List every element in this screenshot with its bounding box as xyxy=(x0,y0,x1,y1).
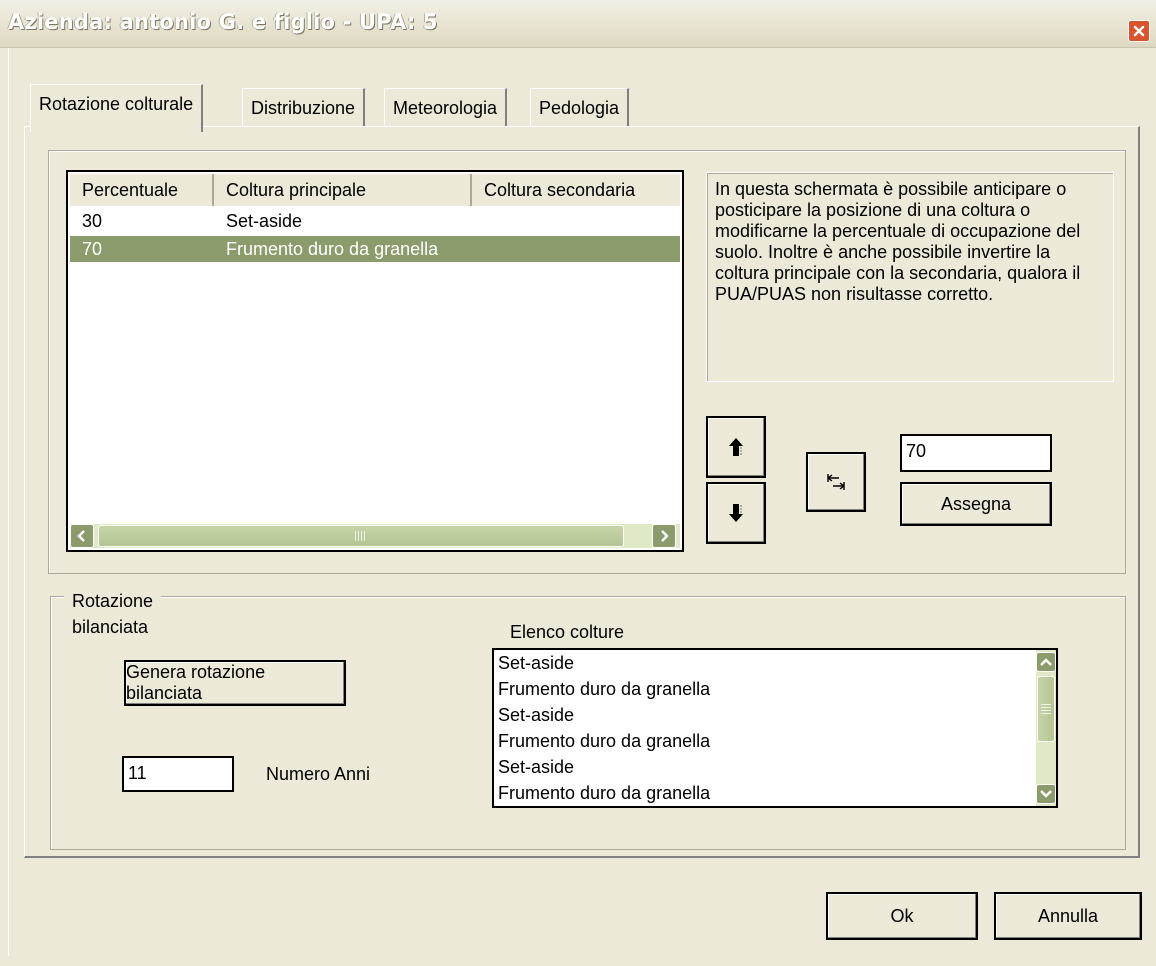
percent-input[interactable]: 70 xyxy=(900,434,1052,472)
tab-distribuzione[interactable]: Distribuzione xyxy=(242,88,366,128)
cell-coltura-principale: Set-aside xyxy=(226,211,303,231)
listview-header: Percentuale Coltura principale Coltura s… xyxy=(70,174,680,206)
grip-icon xyxy=(1041,704,1051,714)
list-item[interactable]: Set-aside xyxy=(498,650,574,676)
scroll-up-button[interactable] xyxy=(1036,652,1056,672)
table-row-selected[interactable]: 70 Frumento duro da granella xyxy=(70,236,680,262)
balanced-rotation-legend: Rotazione bilanciata xyxy=(64,588,162,640)
column-percentuale[interactable]: Percentuale xyxy=(70,174,214,206)
close-icon xyxy=(1133,25,1145,37)
swap-crops-button[interactable] xyxy=(806,452,866,512)
list-item[interactable]: Set-aside xyxy=(498,702,574,728)
tab-pedologia[interactable]: Pedologia xyxy=(530,88,630,128)
scroll-thumb[interactable] xyxy=(1037,676,1055,742)
arrow-down-icon xyxy=(729,504,743,522)
grip-icon xyxy=(355,531,367,541)
move-down-button[interactable] xyxy=(706,482,766,544)
years-label: Numero Anni xyxy=(266,764,371,784)
scroll-right-button[interactable] xyxy=(652,524,676,548)
chevron-right-icon xyxy=(661,530,669,542)
list-item[interactable]: Set-aside xyxy=(498,754,574,780)
list-item[interactable]: Frumento duro da granella xyxy=(498,780,710,806)
crop-list-label: Elenco colture xyxy=(510,622,625,642)
rotation-listview[interactable]: Percentuale Coltura principale Coltura s… xyxy=(66,170,684,552)
generate-rotation-button[interactable]: Genera rotazione bilanciata xyxy=(124,660,346,706)
chevron-left-icon xyxy=(77,530,85,542)
vertical-scrollbar[interactable] xyxy=(1036,650,1056,806)
close-button[interactable] xyxy=(1128,20,1150,42)
cell-coltura-principale: Frumento duro da granella xyxy=(226,239,439,259)
title-bar[interactable]: Azienda: antonio G. e figlio - UPA: 5 xyxy=(0,0,1156,48)
chevron-down-icon xyxy=(1040,790,1052,798)
window-title: Azienda: antonio G. e figlio - UPA: 5 xyxy=(8,10,438,34)
years-input[interactable]: 11 xyxy=(122,756,234,792)
cancel-button[interactable]: Annulla xyxy=(994,892,1142,940)
crop-listbox[interactable]: Set-aside Frumento duro da granella Set-… xyxy=(492,648,1058,808)
scroll-left-button[interactable] xyxy=(70,524,94,548)
info-text: In questa schermata è possibile anticipa… xyxy=(706,172,1114,382)
list-item[interactable]: Frumento duro da granella xyxy=(498,728,710,754)
horizontal-scrollbar[interactable] xyxy=(70,524,680,548)
ok-button[interactable]: Ok xyxy=(826,892,978,940)
move-up-button[interactable] xyxy=(706,416,766,478)
arrow-up-icon xyxy=(729,438,743,456)
list-item[interactable]: Frumento duro da granella xyxy=(498,676,710,702)
column-coltura-principale[interactable]: Coltura principale xyxy=(214,174,472,206)
assign-button[interactable]: Assegna xyxy=(900,482,1052,526)
cell-percentuale: 30 xyxy=(82,211,103,231)
tab-meteorologia[interactable]: Meteorologia xyxy=(384,88,508,128)
swap-crops-icon xyxy=(827,474,845,490)
chevron-up-icon xyxy=(1040,658,1052,666)
column-coltura-secondaria[interactable]: Coltura secondaria xyxy=(472,174,680,206)
cell-percentuale: 70 xyxy=(82,239,103,259)
scroll-down-button[interactable] xyxy=(1036,784,1056,804)
scroll-thumb[interactable] xyxy=(98,525,624,547)
tab-rotazione-colturale[interactable]: Rotazione colturale xyxy=(30,84,204,132)
table-row[interactable]: 30 Set-aside xyxy=(70,208,680,234)
